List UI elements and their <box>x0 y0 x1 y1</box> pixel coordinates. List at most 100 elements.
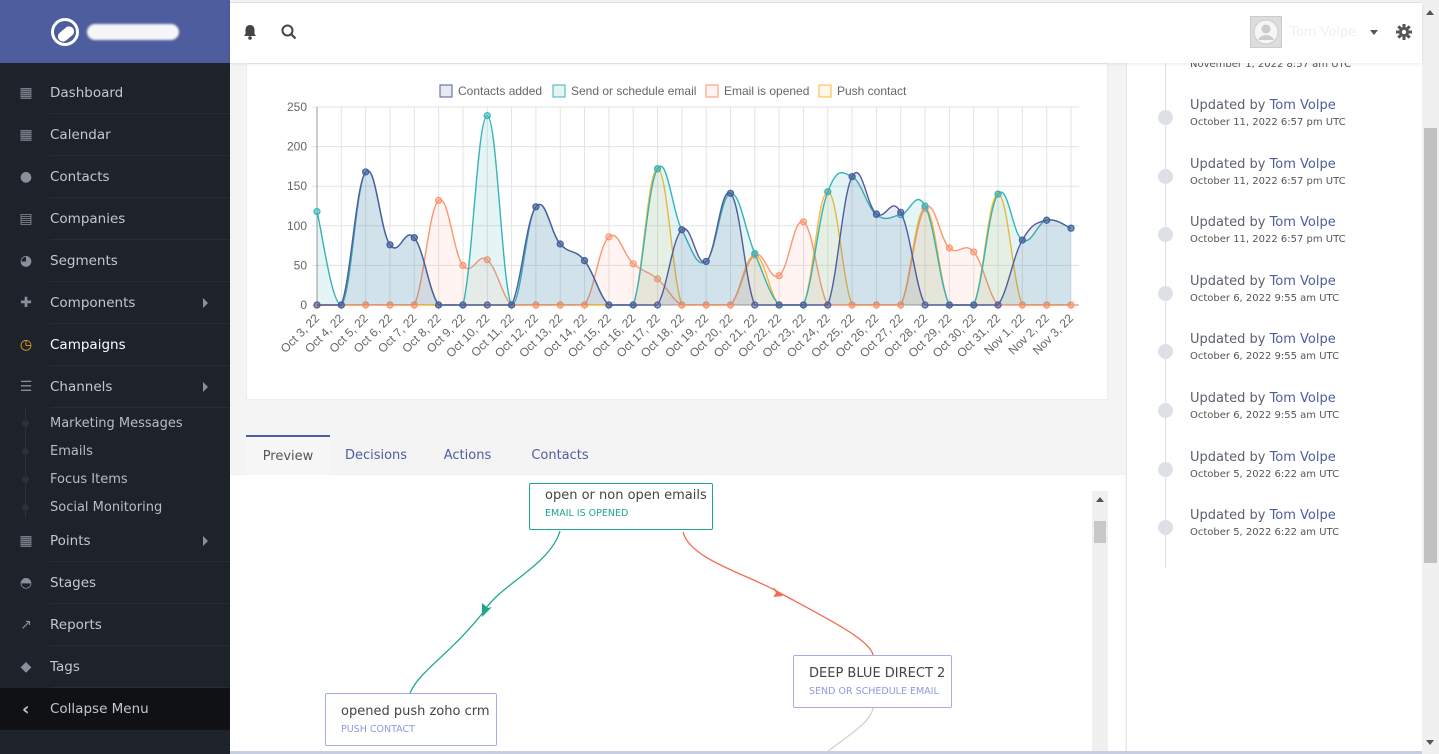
data-point <box>532 203 540 211</box>
y-tick-label: 250 <box>287 100 307 114</box>
search-icon[interactable] <box>280 23 300 43</box>
data-point <box>605 233 613 241</box>
sidebar-subitem-emails[interactable]: Emails <box>0 437 230 465</box>
timeline-dot-icon <box>1158 520 1173 536</box>
gear-icon[interactable] <box>1395 23 1415 43</box>
collapse-menu-label: Collapse Menu <box>50 701 149 717</box>
timeline-action: Updated by <box>1190 215 1266 231</box>
chevron-left-icon: ‹ <box>22 698 30 720</box>
data-point <box>824 301 832 309</box>
timeline-item: Updated by Tom Volpe October 6, 2022 9:55… <box>1127 391 1423 431</box>
node-title: DEEP BLUE DIRECT 2 <box>809 666 946 681</box>
calculator-icon: ▦ <box>19 533 33 549</box>
timeline-user-link[interactable]: Tom Volpe <box>1270 98 1336 113</box>
tab-decisions[interactable]: Decisions <box>331 435 421 475</box>
submenu-dot-icon <box>22 447 29 455</box>
brand-logo[interactable] <box>0 0 230 63</box>
data-point <box>313 207 321 216</box>
data-point <box>799 218 808 226</box>
sidebar-subitem-focus-items[interactable]: Focus Items <box>0 465 230 493</box>
data-point <box>386 241 394 249</box>
timeline-user-link[interactable]: Tom Volpe <box>1270 508 1336 523</box>
sidebar-item-reports[interactable]: ↗ Reports <box>0 604 230 646</box>
data-point <box>945 301 953 309</box>
timeline-date: October 11, 2022 6:57 pm UTC <box>1190 234 1346 246</box>
node-type: SEND OR SCHEDULE EMAIL <box>809 686 939 697</box>
scrollbar-thumb[interactable] <box>1094 521 1106 543</box>
page-scrollbar[interactable] <box>1422 0 1439 754</box>
sidebar-item-dashboard[interactable]: ▦ Dashboard <box>0 72 230 114</box>
tab-actions[interactable]: Actions <box>421 435 514 475</box>
sidebar-item-points[interactable]: ▦ Points <box>0 520 230 562</box>
sidebar-item-tags[interactable]: ◆ Tags <box>0 646 230 688</box>
submenu-dot-icon <box>22 419 29 427</box>
data-point <box>775 301 783 309</box>
timeline-action: Updated by <box>1190 391 1266 406</box>
collapse-menu-button[interactable]: ‹ Collapse Menu <box>0 688 230 730</box>
data-point <box>459 301 467 309</box>
scroll-up-icon[interactable] <box>1096 497 1104 502</box>
timeline-item: Updated by Tom Volpe October 11, 2022 6:5… <box>1127 157 1423 197</box>
caret-right-icon <box>203 382 208 392</box>
node-type: EMAIL IS OPENED <box>545 508 629 519</box>
timeline-user-link[interactable]: Tom Volpe <box>1270 450 1336 465</box>
tab-contacts[interactable]: Contacts <box>514 435 606 475</box>
campaign-tabs: Preview Decisions Actions Contacts <box>246 435 1125 475</box>
y-tick-label: 200 <box>287 140 307 154</box>
sidebar-subitem-social-monitoring[interactable]: Social Monitoring <box>0 493 230 521</box>
timeline-user-link[interactable]: Tom Volpe <box>1270 332 1336 347</box>
sidebar-item-companies[interactable]: ▤ Companies <box>0 198 230 240</box>
sidebar-item-channels[interactable]: ☰ Channels <box>0 366 230 408</box>
data-point <box>435 196 443 205</box>
sidebar-item-label: Stages <box>50 575 97 591</box>
data-point <box>629 301 637 309</box>
campaign-builder-preview: open or non open emails EMAIL IS OPENED … <box>230 475 1125 754</box>
timeline-text: Updated by Tom Volpe <box>1190 450 1336 465</box>
scrollbar-thumb[interactable] <box>1424 128 1437 563</box>
data-point <box>362 168 370 176</box>
timeline-user-link[interactable]: Tom Volpe <box>1270 391 1336 406</box>
sidebar-subitem-label: Social Monitoring <box>50 499 163 515</box>
data-point <box>605 301 613 309</box>
scroll-down-icon[interactable] <box>1426 740 1434 745</box>
timeline-text: Updated by Tom Volpe <box>1190 274 1336 289</box>
node-title: opened push zoho crm <box>341 704 490 719</box>
data-point <box>994 301 1002 309</box>
timeline-user-link[interactable]: Tom Volpe <box>1270 274 1336 289</box>
data-point <box>994 190 1002 198</box>
sidebar-item-calendar[interactable]: ▦ Calendar <box>0 114 230 156</box>
bell-icon[interactable] <box>241 23 261 43</box>
sidebar-subitem-label: Emails <box>50 443 93 459</box>
timeline-date: October 5, 2022 6:22 am UTC <box>1190 468 1340 480</box>
preview-scrollbar[interactable] <box>1092 491 1108 754</box>
sidebar-item-segments[interactable]: ◕ Segments <box>0 240 230 282</box>
timeline-action: Updated by <box>1190 156 1266 172</box>
action-node-push-contact[interactable]: opened push zoho crm PUSH CONTACT <box>325 693 497 746</box>
data-point <box>629 260 637 268</box>
data-point <box>751 249 759 258</box>
timeline-item: Updated by Tom Volpe October 11, 2022 6:5… <box>1127 98 1423 138</box>
timeline-date: October 6, 2022 9:55 am UTC <box>1190 292 1340 304</box>
sidebar-item-label: Components <box>50 295 136 311</box>
data-point <box>970 301 978 309</box>
sidebar-item-stages[interactable]: ◓ Stages <box>0 562 230 604</box>
decision-node-email-opened[interactable]: open or non open emails EMAIL IS OPENED <box>529 483 713 530</box>
pie-chart-icon: ◕ <box>19 253 33 269</box>
action-node-send-email[interactable]: DEEP BLUE DIRECT 2 SEND OR SCHEDULE EMAI… <box>793 655 952 708</box>
timeline-text: Updated by Tom Volpe <box>1190 215 1336 230</box>
tab-preview[interactable]: Preview <box>246 435 330 475</box>
sidebar-subitem-marketing-messages[interactable]: Marketing Messages <box>0 409 230 437</box>
y-tick-label: 100 <box>287 219 307 233</box>
sidebar-item-label: Channels <box>50 379 113 395</box>
timeline-user-link[interactable]: Tom Volpe <box>1270 157 1336 172</box>
user-menu-dropdown[interactable]: Tom Volpe <box>1250 16 1379 48</box>
timeline-item: Updated by Tom Volpe October 6, 2022 9:55… <box>1127 274 1423 314</box>
legend-swatch <box>818 84 832 98</box>
scroll-up-icon[interactable] <box>1426 10 1434 15</box>
timeline-user-link[interactable]: Tom Volpe <box>1270 215 1336 230</box>
data-point <box>337 301 345 309</box>
sidebar-item-contacts[interactable]: ● Contacts <box>0 156 230 198</box>
sidebar-item-components[interactable]: ✚ Components <box>0 282 230 324</box>
timeline-item: Updated by Tom Volpe October 6, 2022 9:55… <box>1127 332 1423 372</box>
sidebar-item-campaigns[interactable]: ◷ Campaigns <box>0 324 230 366</box>
